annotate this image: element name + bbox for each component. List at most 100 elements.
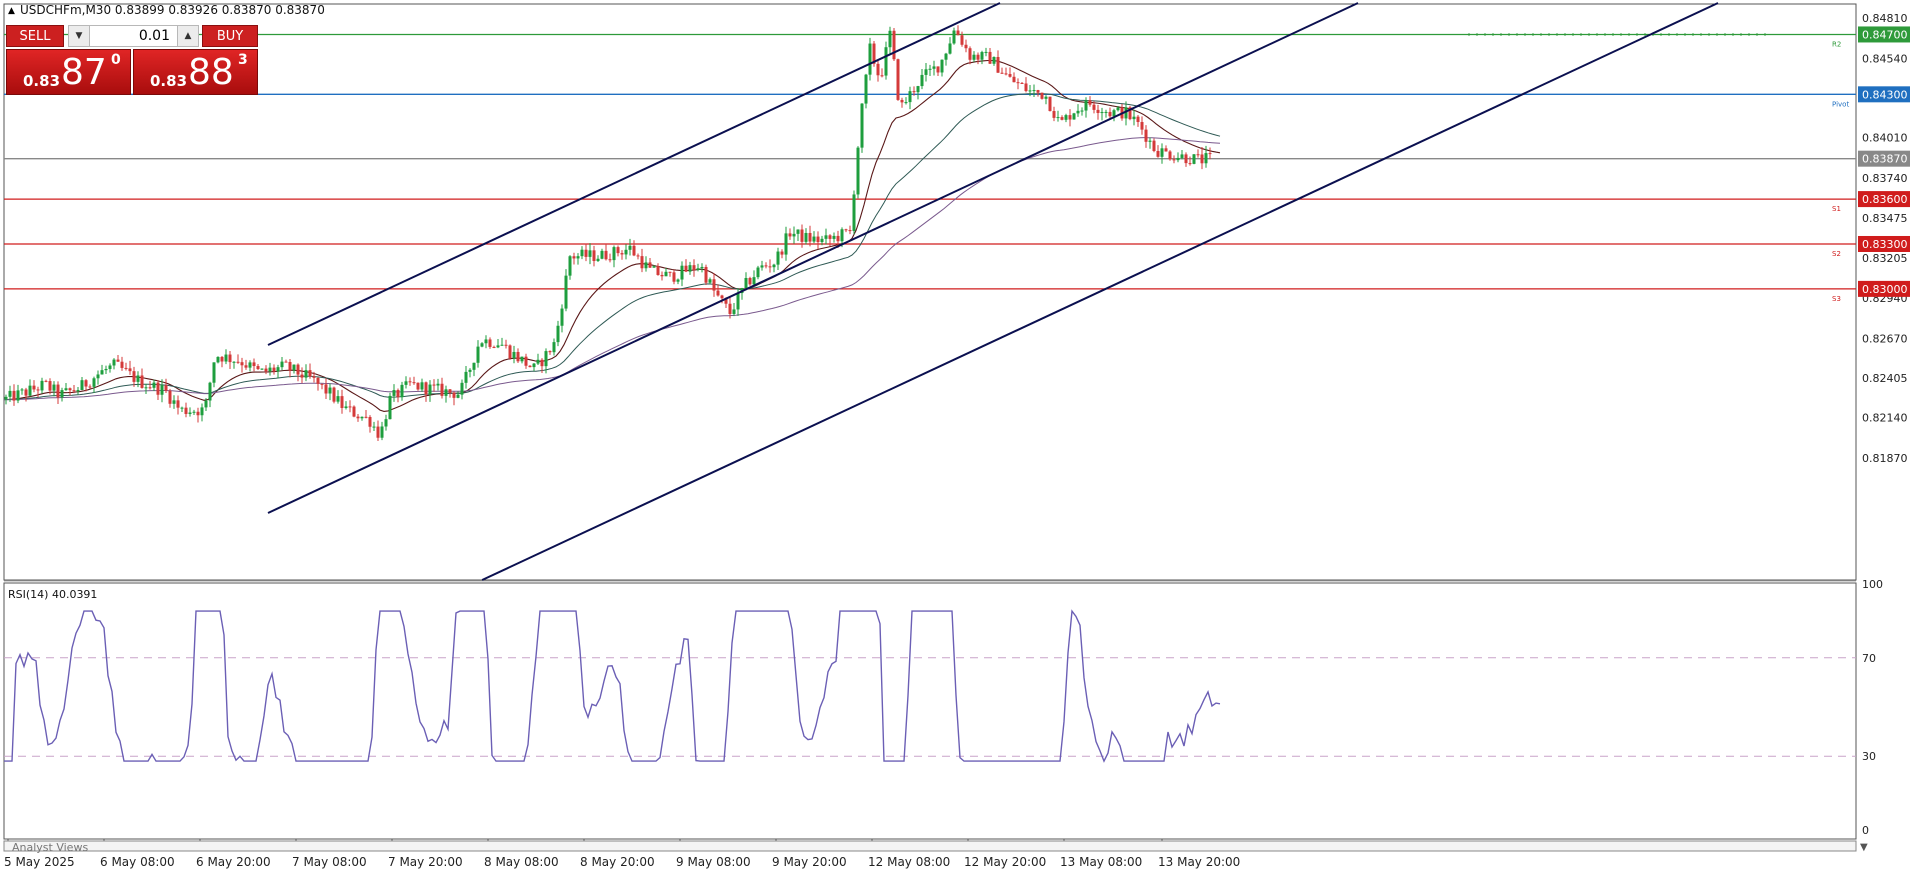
candle-body bbox=[1172, 159, 1176, 161]
candle-body bbox=[604, 250, 608, 260]
candle-body bbox=[196, 411, 200, 416]
candle-body bbox=[212, 362, 216, 383]
candle-body bbox=[1140, 122, 1144, 130]
candle-body bbox=[84, 380, 88, 387]
candle-body bbox=[824, 235, 828, 239]
candle-body bbox=[224, 354, 228, 362]
candle-body bbox=[456, 394, 460, 398]
candle-body bbox=[792, 233, 796, 237]
candle-body bbox=[888, 30, 892, 48]
candle-body bbox=[1008, 74, 1012, 77]
candle-body bbox=[60, 390, 64, 398]
candle-body bbox=[636, 255, 640, 257]
candle-body bbox=[1004, 73, 1008, 75]
candle-body bbox=[1072, 113, 1076, 120]
candle-body bbox=[676, 279, 680, 282]
candle-body bbox=[240, 362, 244, 366]
price-label: 0.83870 bbox=[1862, 153, 1908, 166]
candle-body bbox=[1080, 110, 1084, 112]
candle-body bbox=[88, 386, 92, 388]
candle-body bbox=[1144, 129, 1148, 142]
candle-body bbox=[880, 75, 884, 77]
candle-body bbox=[412, 382, 416, 384]
candle-body bbox=[976, 54, 980, 60]
chart-window[interactable]: ▲ USDCHFm,M30 0.83899 0.83926 0.83870 0.… bbox=[0, 0, 1916, 874]
candle-body bbox=[512, 351, 516, 359]
candle-body bbox=[204, 400, 208, 408]
candle-body bbox=[848, 230, 852, 232]
candle-body bbox=[668, 271, 672, 273]
chart-background bbox=[0, 0, 1916, 874]
candle-body bbox=[816, 236, 820, 243]
buy-button[interactable]: BUY bbox=[202, 25, 258, 47]
candle-body bbox=[1056, 117, 1060, 119]
candle-body bbox=[1152, 140, 1156, 151]
candle-body bbox=[544, 351, 548, 367]
price-chart[interactable]: ▲ USDCHFm,M30 0.83899 0.83926 0.83870 0.… bbox=[0, 0, 1916, 874]
candle-body bbox=[384, 419, 388, 427]
candle-body bbox=[136, 375, 140, 382]
sell-quote[interactable]: 0.83 87 0 bbox=[6, 49, 131, 95]
candle-body bbox=[780, 251, 784, 255]
candle-body bbox=[908, 91, 912, 103]
candle-body bbox=[180, 407, 184, 409]
candle-body bbox=[804, 232, 808, 242]
sell-button[interactable]: SELL bbox=[6, 25, 64, 47]
lot-increase-icon[interactable]: ▲ bbox=[177, 26, 198, 46]
lot-decrease-icon[interactable]: ▼ bbox=[69, 26, 90, 46]
candle-body bbox=[236, 361, 240, 363]
candle-body bbox=[376, 426, 380, 438]
candle-body bbox=[988, 51, 992, 64]
candle-body bbox=[360, 416, 364, 419]
candle-body bbox=[856, 147, 860, 195]
lot-size-stepper[interactable]: ▼ 0.01 ▲ bbox=[68, 25, 199, 47]
candle-body bbox=[632, 245, 636, 256]
candle-body bbox=[1044, 96, 1048, 99]
candle-body bbox=[796, 229, 800, 234]
symbol-header: USDCHFm,M30 0.83899 0.83926 0.83870 0.83… bbox=[20, 3, 325, 17]
candle-body bbox=[184, 407, 188, 414]
candle-body bbox=[680, 265, 684, 280]
candle-body bbox=[260, 368, 264, 370]
candle-body bbox=[928, 68, 932, 70]
candle-body bbox=[140, 375, 144, 388]
candle-body bbox=[1016, 82, 1020, 84]
buy-price-point: 3 bbox=[238, 52, 248, 68]
candle-body bbox=[964, 44, 968, 49]
level-tag: R2 bbox=[1832, 40, 1841, 48]
candle-body bbox=[592, 250, 596, 262]
candle-body bbox=[416, 382, 420, 390]
candle-body bbox=[1176, 157, 1180, 161]
candle-body bbox=[532, 363, 536, 368]
candle-body bbox=[80, 380, 84, 390]
lot-size-input[interactable]: 0.01 bbox=[91, 26, 170, 46]
candle-body bbox=[296, 364, 300, 375]
candle-body bbox=[1064, 115, 1068, 120]
candle-body bbox=[1200, 154, 1204, 164]
buy-quote[interactable]: 0.83 88 3 bbox=[133, 49, 258, 95]
candle-body bbox=[332, 387, 336, 402]
scroll-down-icon[interactable]: ▼ bbox=[1860, 842, 1868, 853]
rsi-axis-label: 0 bbox=[1862, 824, 1869, 837]
sell-price-pips: 87 bbox=[61, 52, 107, 93]
price-label: 0.84700 bbox=[1862, 28, 1908, 41]
bottom-tab-bar bbox=[3, 840, 1857, 852]
candle-body bbox=[916, 86, 920, 93]
candle-body bbox=[884, 47, 888, 76]
candle-body bbox=[264, 368, 268, 372]
analyst-views-tab[interactable]: Analyst Views bbox=[12, 841, 88, 854]
candle-body bbox=[684, 265, 688, 272]
candle-body bbox=[44, 380, 48, 382]
candle-body bbox=[1188, 163, 1192, 165]
one-click-trading-panel: SELL ▼ 0.01 ▲ BUY 0.83 87 0 0.83 88 3 bbox=[6, 25, 258, 97]
candle-body bbox=[840, 229, 844, 242]
candle-body bbox=[92, 378, 96, 387]
candle-body bbox=[952, 30, 956, 44]
candle-body bbox=[852, 194, 856, 231]
candle-body bbox=[548, 351, 552, 353]
candle-body bbox=[464, 371, 468, 383]
candle-body bbox=[1168, 151, 1172, 160]
candle-body bbox=[1184, 154, 1188, 164]
candle-body bbox=[20, 389, 24, 391]
candle-body bbox=[368, 416, 372, 427]
